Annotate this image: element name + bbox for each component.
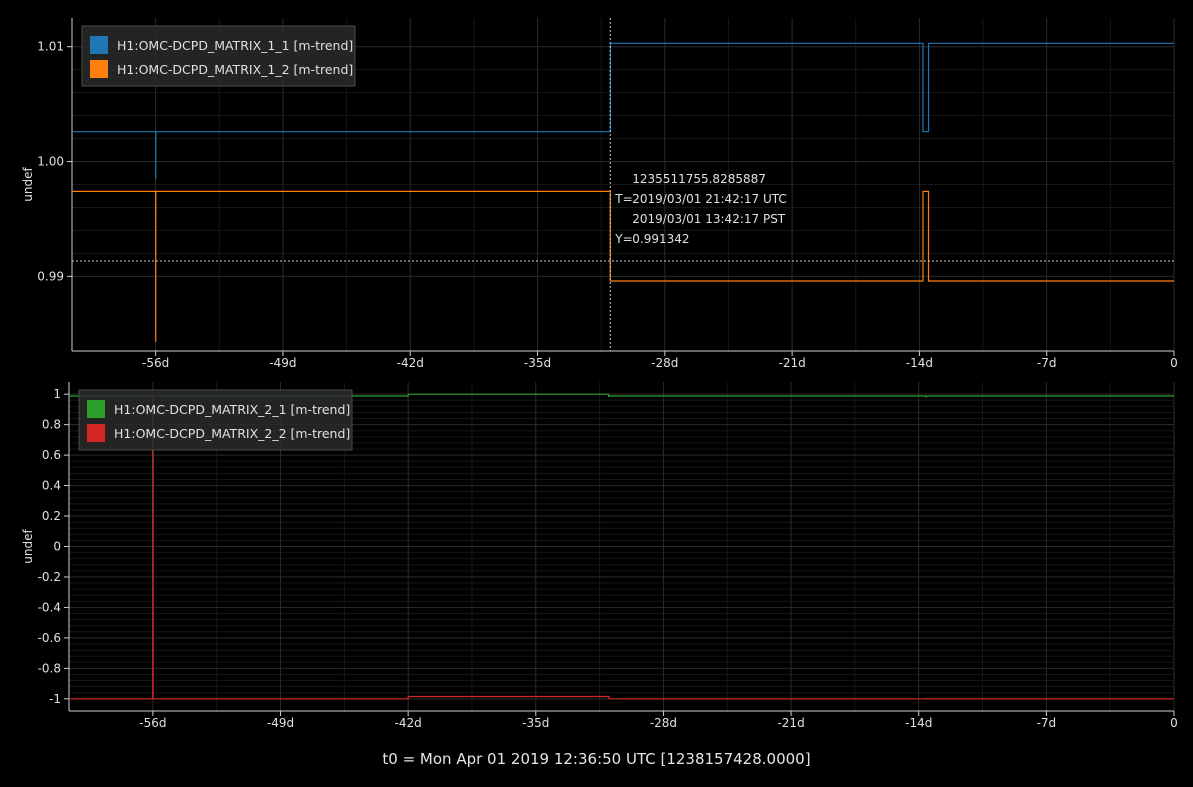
x-tick-label: 0	[1170, 356, 1178, 370]
x-tick-label: -35d	[524, 356, 551, 370]
crosshair-t-label: T=	[614, 192, 632, 206]
y-axis-label: undef	[21, 529, 35, 564]
y-tick-label: 0.99	[37, 269, 64, 283]
y-tick-label: 0.4	[42, 479, 61, 493]
y-tick-label: -1	[49, 692, 61, 706]
x-tick-label: -14d	[905, 716, 932, 730]
legend-box	[78, 389, 353, 451]
legend-swatch[interactable]	[90, 60, 108, 78]
x-tick-label: -49d	[269, 356, 296, 370]
y-tick-label: -0.4	[38, 600, 61, 614]
y-tick-label: 0.6	[42, 448, 61, 462]
x-tick-label: -14d	[906, 356, 933, 370]
y-tick-label: -0.8	[38, 661, 61, 675]
x-tick-label: 0	[1170, 716, 1178, 730]
legend-entry[interactable]: H1:OMC-DCPD_MATRIX_1_1 [m-trend]	[117, 38, 353, 53]
x-tick-label: -7d	[1037, 356, 1057, 370]
t0-footer-label: t0 = Mon Apr 01 2019 12:36:50 UTC [12381…	[382, 750, 811, 768]
legend-swatch[interactable]	[87, 424, 105, 442]
legend-entry[interactable]: H1:OMC-DCPD_MATRIX_1_2 [m-trend]	[117, 62, 353, 77]
x-tick-label: -56d	[142, 356, 169, 370]
y-tick-label: 1.01	[37, 40, 64, 54]
y-tick-label: 0.2	[42, 509, 61, 523]
chart-canvas: -56d -49d -42d -35d -28d -21d -14d -7d 0 0.99 1.00…	[0, 0, 1193, 787]
x-tick-label: -35d	[522, 716, 549, 730]
x-tick-label: -21d	[777, 716, 804, 730]
x-tick-label: -42d	[395, 716, 422, 730]
crosshair-y-value: 0.991342	[632, 232, 689, 246]
y-axis-label: undef	[21, 167, 35, 202]
legend-entry[interactable]: H1:OMC-DCPD_MATRIX_2_2 [m-trend]	[114, 426, 350, 441]
x-tick-label: -28d	[651, 356, 678, 370]
x-tick-label: -42d	[397, 356, 424, 370]
y-tick-label: 0.8	[42, 418, 61, 432]
x-tick-label: -49d	[267, 716, 294, 730]
legend-swatch[interactable]	[87, 400, 105, 418]
x-tick-label: -21d	[779, 356, 806, 370]
x-tick-label: -28d	[650, 716, 677, 730]
crosshair-utc-time: 2019/03/01 21:42:17 UTC	[632, 192, 786, 206]
y-tick-label: 0	[53, 540, 61, 554]
x-tick-label: -7d	[1037, 716, 1057, 730]
y-tick-label: -0.6	[38, 631, 61, 645]
y-tick-label: -0.2	[38, 570, 61, 584]
legend-swatch[interactable]	[90, 36, 108, 54]
crosshair-gps-time: 1235511755.8285887	[632, 172, 766, 186]
crosshair-local-time: 2019/03/01 13:42:17 PST	[632, 212, 786, 226]
y-tick-label: 1	[53, 387, 61, 401]
legend-box	[81, 25, 356, 87]
y-tick-label: 1.00	[37, 155, 64, 169]
crosshair-y-label: Y=	[614, 232, 632, 246]
x-tick-label: -56d	[139, 716, 166, 730]
legend-entry[interactable]: H1:OMC-DCPD_MATRIX_2_1 [m-trend]	[114, 402, 350, 417]
